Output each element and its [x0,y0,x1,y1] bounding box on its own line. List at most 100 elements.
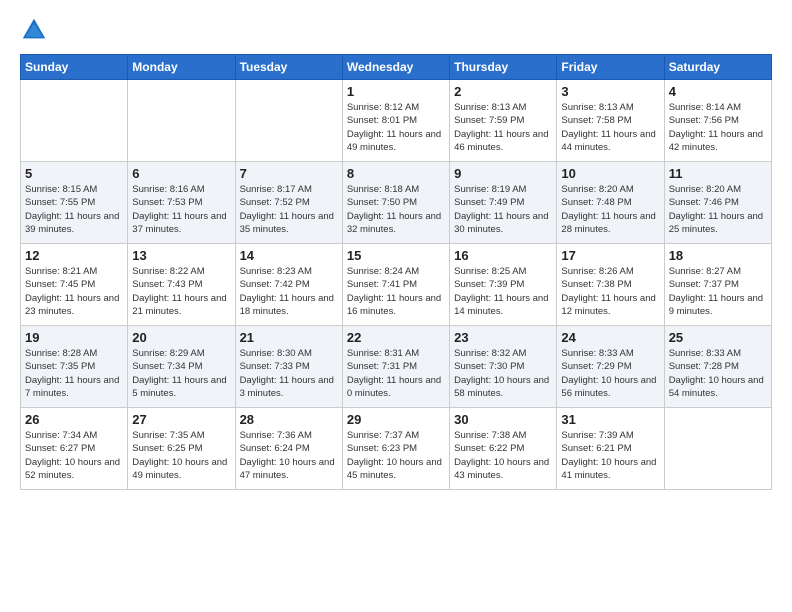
day-number: 9 [454,166,552,181]
day-info: Sunrise: 8:26 AMSunset: 7:38 PMDaylight:… [561,266,655,317]
calendar-cell: 25 Sunrise: 8:33 AMSunset: 7:28 PMDayligh… [664,326,771,408]
calendar-cell: 22Sunrise: 8:31 AMSunset: 7:31 PMDayligh… [342,326,449,408]
day-info: Sunrise: 8:13 AMSunset: 7:58 PMDaylight:… [561,102,655,153]
logo [20,16,50,44]
day-number: 29 [347,412,445,427]
day-info: Sunrise: 8:33 AMSunset: 7:29 PMDaylight:… [561,348,656,399]
calendar-cell: 30 Sunrise: 7:38 AMSunset: 6:22 PMDayligh… [450,408,557,490]
day-info: Sunrise: 8:30 AMSunset: 7:33 PMDaylight:… [240,348,334,399]
day-number: 27 [132,412,230,427]
calendar-cell: 19 Sunrise: 8:28 AMSunset: 7:35 PMDayligh… [21,326,128,408]
calendar-cell [664,408,771,490]
day-info: Sunrise: 8:15 AMSunset: 7:55 PMDaylight:… [25,184,119,235]
calendar-cell: 17 Sunrise: 8:26 AMSunset: 7:38 PMDayligh… [557,244,664,326]
day-number: 14 [240,248,338,263]
day-number: 26 [25,412,123,427]
day-number: 6 [132,166,230,181]
day-info: Sunrise: 8:14 AMSunset: 7:56 PMDaylight:… [669,102,763,153]
day-number: 10 [561,166,659,181]
day-number: 3 [561,84,659,99]
calendar-cell: 8 Sunrise: 8:18 AMSunset: 7:50 PMDaylight… [342,162,449,244]
day-number: 12 [25,248,123,263]
day-number: 24 [561,330,659,345]
calendar-cell: 6 Sunrise: 8:16 AMSunset: 7:53 PMDaylight… [128,162,235,244]
day-info: Sunrise: 8:19 AMSunset: 7:49 PMDaylight:… [454,184,548,235]
calendar-cell: 31 Sunrise: 7:39 AMSunset: 6:21 PMDayligh… [557,408,664,490]
day-number: 17 [561,248,659,263]
day-info: Sunrise: 8:28 AMSunset: 7:35 PMDaylight:… [25,348,119,399]
calendar-cell: 15Sunrise: 8:24 AMSunset: 7:41 PMDayligh… [342,244,449,326]
day-number: 22 [347,330,445,345]
calendar-cell: 23 Sunrise: 8:32 AMSunset: 7:30 PMDayligh… [450,326,557,408]
calendar-cell [235,80,342,162]
calendar-header-tuesday: Tuesday [235,55,342,80]
logo-icon [20,16,48,44]
day-number: 5 [25,166,123,181]
day-number: 16 [454,248,552,263]
day-number: 2 [454,84,552,99]
calendar-cell [128,80,235,162]
day-number: 25 [669,330,767,345]
day-number: 31 [561,412,659,427]
day-number: 1 [347,84,445,99]
calendar-cell: 27 Sunrise: 7:35 AMSunset: 6:25 PMDayligh… [128,408,235,490]
day-number: 11 [669,166,767,181]
day-info: Sunrise: 8:16 AMSunset: 7:53 PMDaylight:… [132,184,226,235]
calendar-header-saturday: Saturday [664,55,771,80]
calendar-header-sunday: Sunday [21,55,128,80]
day-info: Sunrise: 8:25 AMSunset: 7:39 PMDaylight:… [454,266,548,317]
calendar-cell: 26 Sunrise: 7:34 AMSunset: 6:27 PMDayligh… [21,408,128,490]
day-number: 13 [132,248,230,263]
day-info: Sunrise: 7:38 AMSunset: 6:22 PMDaylight:… [454,430,549,481]
day-info: Sunrise: 8:23 AMSunset: 7:42 PMDaylight:… [240,266,334,317]
day-info: Sunrise: 8:27 AMSunset: 7:37 PMDaylight:… [669,266,763,317]
day-info: Sunrise: 7:39 AMSunset: 6:21 PMDaylight:… [561,430,656,481]
calendar: SundayMondayTuesdayWednesdayThursdayFrid… [20,54,772,490]
calendar-cell: 29 Sunrise: 7:37 AMSunset: 6:23 PMDayligh… [342,408,449,490]
day-info: Sunrise: 8:20 AMSunset: 7:46 PMDaylight:… [669,184,763,235]
day-info: Sunrise: 8:29 AMSunset: 7:34 PMDaylight:… [132,348,226,399]
day-info: Sunrise: 7:36 AMSunset: 6:24 PMDaylight:… [240,430,335,481]
day-number: 8 [347,166,445,181]
calendar-cell: 12 Sunrise: 8:21 AMSunset: 7:45 PMDayligh… [21,244,128,326]
day-number: 30 [454,412,552,427]
day-info: Sunrise: 7:37 AMSunset: 6:23 PMDaylight:… [347,430,442,481]
calendar-cell: 21 Sunrise: 8:30 AMSunset: 7:33 PMDayligh… [235,326,342,408]
day-number: 23 [454,330,552,345]
day-info: Sunrise: 8:21 AMSunset: 7:45 PMDaylight:… [25,266,119,317]
day-info: Sunrise: 8:12 AMSunset: 8:01 PMDaylight:… [347,102,441,153]
calendar-cell: 5 Sunrise: 8:15 AMSunset: 7:55 PMDaylight… [21,162,128,244]
header [20,16,772,44]
day-number: 4 [669,84,767,99]
calendar-cell: 14 Sunrise: 8:23 AMSunset: 7:42 PMDayligh… [235,244,342,326]
calendar-cell: 11 Sunrise: 8:20 AMSunset: 7:46 PMDayligh… [664,162,771,244]
day-info: Sunrise: 7:35 AMSunset: 6:25 PMDaylight:… [132,430,227,481]
calendar-cell: 20 Sunrise: 8:29 AMSunset: 7:34 PMDayligh… [128,326,235,408]
day-number: 19 [25,330,123,345]
day-number: 20 [132,330,230,345]
calendar-header-monday: Monday [128,55,235,80]
calendar-week-row: 26 Sunrise: 7:34 AMSunset: 6:27 PMDayligh… [21,408,772,490]
calendar-cell: 4 Sunrise: 8:14 AMSunset: 7:56 PMDaylight… [664,80,771,162]
calendar-cell: 10Sunrise: 8:20 AMSunset: 7:48 PMDayligh… [557,162,664,244]
calendar-header-thursday: Thursday [450,55,557,80]
calendar-week-row: 5 Sunrise: 8:15 AMSunset: 7:55 PMDaylight… [21,162,772,244]
day-number: 21 [240,330,338,345]
calendar-week-row: 1 Sunrise: 8:12 AMSunset: 8:01 PMDaylight… [21,80,772,162]
day-info: Sunrise: 8:33 AMSunset: 7:28 PMDaylight:… [669,348,764,399]
calendar-cell: 16 Sunrise: 8:25 AMSunset: 7:39 PMDayligh… [450,244,557,326]
page: SundayMondayTuesdayWednesdayThursdayFrid… [0,0,792,612]
day-info: Sunrise: 8:32 AMSunset: 7:30 PMDaylight:… [454,348,549,399]
day-info: Sunrise: 8:18 AMSunset: 7:50 PMDaylight:… [347,184,441,235]
calendar-cell: 3 Sunrise: 8:13 AMSunset: 7:58 PMDaylight… [557,80,664,162]
calendar-header-friday: Friday [557,55,664,80]
calendar-cell: 18Sunrise: 8:27 AMSunset: 7:37 PMDayligh… [664,244,771,326]
calendar-week-row: 19 Sunrise: 8:28 AMSunset: 7:35 PMDayligh… [21,326,772,408]
day-number: 28 [240,412,338,427]
calendar-cell: 28 Sunrise: 7:36 AMSunset: 6:24 PMDayligh… [235,408,342,490]
day-info: Sunrise: 7:34 AMSunset: 6:27 PMDaylight:… [25,430,120,481]
calendar-cell: 1 Sunrise: 8:12 AMSunset: 8:01 PMDaylight… [342,80,449,162]
day-info: Sunrise: 8:13 AMSunset: 7:59 PMDaylight:… [454,102,548,153]
day-info: Sunrise: 8:24 AMSunset: 7:41 PMDaylight:… [347,266,441,317]
day-info: Sunrise: 8:17 AMSunset: 7:52 PMDaylight:… [240,184,334,235]
